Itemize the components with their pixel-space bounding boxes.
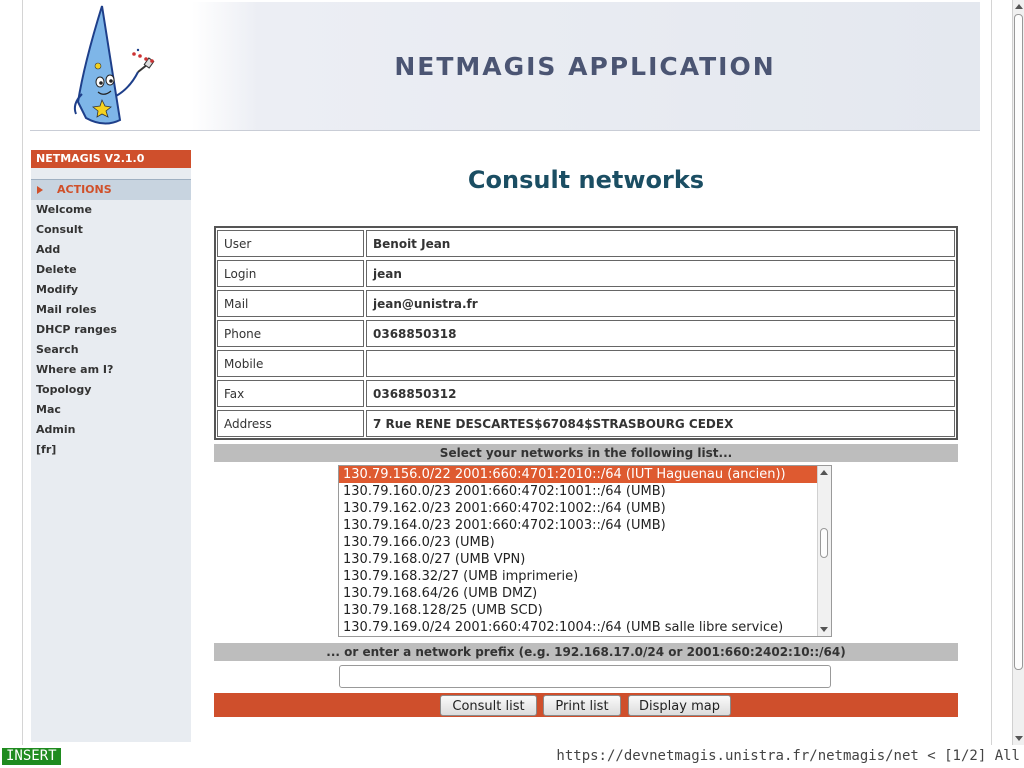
sidebar-item-mail-roles[interactable]: Mail roles (36, 302, 117, 322)
network-list-box[interactable]: 130.79.156.0/22 2001:660:4701:2010::/64 … (338, 465, 832, 637)
wizard-logo-icon (73, 5, 155, 125)
sidebar-item-where-am-i[interactable]: Where am I? (36, 362, 117, 382)
network-option[interactable]: 130.79.160.0/23 2001:660:4702:1001::/64 … (339, 483, 817, 500)
table-row: Mail jean@unistra.fr (217, 289, 955, 319)
version-label: NETMAGIS V2.1.0 (36, 152, 145, 165)
table-row: Mobile (217, 349, 955, 379)
action-button-bar: Consult list Print list Display map (214, 693, 958, 717)
sidebar-item-dhcp-ranges[interactable]: DHCP ranges (36, 322, 117, 342)
url-status: https://devnetmagis.unistra.fr/netmagis/… (556, 748, 1020, 764)
app-title: NETMAGIS APPLICATION (394, 52, 776, 81)
table-row: User Benoit Jean (217, 229, 955, 259)
mobile-label: Mobile (217, 350, 364, 377)
user-value: Benoit Jean (366, 230, 955, 257)
scroll-down-icon[interactable] (820, 627, 828, 632)
browser-status-bar: INSERT https://devnetmagis.unistra.fr/ne… (0, 745, 1024, 768)
phone-label: Phone (217, 320, 364, 347)
network-prefix-header: ... or enter a network prefix (e.g. 192.… (214, 643, 958, 661)
sidebar-item-consult[interactable]: Consult (36, 222, 117, 242)
display-map-button[interactable]: Display map (628, 695, 731, 716)
network-option[interactable]: 130.79.168.128/25 (UMB SCD) (339, 602, 817, 619)
table-row: Fax 0368850312 (217, 379, 955, 409)
page-title: Consult networks (467, 166, 705, 194)
network-option[interactable]: 130.79.166.0/23 (UMB) (339, 534, 817, 551)
actions-section-header: ACTIONS (31, 179, 191, 200)
network-list-scrollbar[interactable] (817, 466, 831, 636)
page-scrollbar[interactable] (1012, 0, 1024, 745)
network-option[interactable]: 130.79.168.32/27 (UMB imprimerie) (339, 568, 817, 585)
login-label: Login (217, 260, 364, 287)
network-option[interactable]: 130.79.169.0/24 2001:660:4702:1004::/64 … (339, 619, 817, 636)
user-label: User (217, 230, 364, 257)
print-list-button[interactable]: Print list (543, 695, 621, 716)
network-prefix-input[interactable] (339, 665, 831, 688)
sidebar-item-search[interactable]: Search (36, 342, 117, 362)
phone-value: 0368850318 (366, 320, 955, 347)
sidebar-item-language-fr[interactable]: [fr] (36, 442, 117, 462)
header-divider (30, 130, 980, 131)
version-badge: NETMAGIS V2.1.0 (31, 150, 191, 168)
sidebar-menu: Welcome Consult Add Delete Modify Mail r… (36, 202, 117, 462)
login-value: jean (366, 260, 955, 287)
scroll-down-icon[interactable] (1015, 736, 1023, 741)
network-option[interactable]: 130.79.168.0/27 (UMB VPN) (339, 551, 817, 568)
sidebar-item-admin[interactable]: Admin (36, 422, 117, 442)
mail-label: Mail (217, 290, 364, 317)
sidebar-item-welcome[interactable]: Welcome (36, 202, 117, 222)
fax-label: Fax (217, 380, 364, 407)
network-option[interactable]: 130.79.162.0/23 2001:660:4702:1002::/64 … (339, 500, 817, 517)
fax-value: 0368850312 (366, 380, 955, 407)
triangle-right-icon (37, 186, 43, 194)
sidebar-item-mac[interactable]: Mac (36, 402, 117, 422)
address-value: 7 Rue RENE DESCARTES$67084$STRASBOURG CE… (366, 410, 955, 437)
mail-value: jean@unistra.fr (366, 290, 955, 317)
sidebar-item-topology[interactable]: Topology (36, 382, 117, 402)
sidebar-item-delete[interactable]: Delete (36, 262, 117, 282)
sidebar-item-modify[interactable]: Modify (36, 282, 117, 302)
address-label: Address (217, 410, 364, 437)
scroll-up-icon[interactable] (820, 470, 828, 475)
mobile-value (366, 350, 955, 377)
user-info-table: User Benoit Jean Login jean Mail jean@un… (214, 226, 958, 440)
scroll-up-icon[interactable] (1015, 4, 1023, 9)
network-option[interactable]: 130.79.156.0/22 2001:660:4701:2010::/64 … (339, 466, 817, 483)
sidebar-item-add[interactable]: Add (36, 242, 117, 262)
table-row: Phone 0368850318 (217, 319, 955, 349)
network-select-header: Select your networks in the following li… (214, 444, 958, 462)
table-row: Login jean (217, 259, 955, 289)
table-row: Address 7 Rue RENE DESCARTES$67084$STRAS… (217, 409, 955, 439)
network-list: 130.79.156.0/22 2001:660:4701:2010::/64 … (339, 466, 817, 636)
network-option[interactable]: 130.79.164.0/23 2001:660:4702:1003::/64 … (339, 517, 817, 534)
scroll-thumb[interactable] (1014, 14, 1023, 670)
mode-indicator: INSERT (2, 748, 61, 765)
consult-list-button[interactable]: Consult list (440, 695, 537, 716)
scroll-thumb[interactable] (820, 528, 828, 558)
network-option[interactable]: 130.79.168.64/26 (UMB DMZ) (339, 585, 817, 602)
actions-section-label: ACTIONS (57, 183, 112, 196)
